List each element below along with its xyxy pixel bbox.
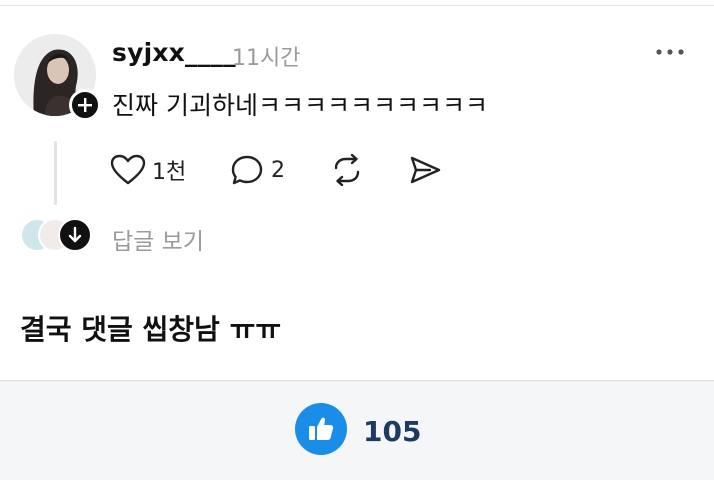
like-post-button[interactable]	[295, 403, 347, 455]
footer-bar: 105	[0, 380, 714, 480]
more-icon	[656, 49, 684, 55]
more-options-button[interactable]	[654, 44, 686, 60]
thumbs-up-icon	[309, 417, 334, 440]
follow-button[interactable]	[69, 89, 101, 121]
like-count: 1천	[152, 160, 187, 185]
reply-count: 2	[271, 157, 285, 183]
post-like-count: 105	[363, 415, 422, 448]
replier-avatars[interactable]	[20, 218, 92, 254]
caption-text: 결국 댓글 씹창남 ㅠㅠ	[20, 313, 282, 346]
comment-icon	[231, 155, 263, 185]
share-button[interactable]	[408, 152, 442, 188]
timestamp: 11시간	[232, 46, 301, 71]
username[interactable]: syjxx____	[112, 38, 236, 67]
plus-icon	[78, 98, 92, 112]
view-replies-link[interactable]: 답글 보기	[112, 222, 204, 256]
repost-icon	[334, 154, 360, 186]
send-icon	[410, 156, 441, 184]
like-button[interactable]: 1천	[110, 152, 186, 188]
repost-button[interactable]	[330, 152, 364, 188]
comment-post: syjxx____ 11시간 진짜 기괴하네ㅋㅋㅋㅋㅋㅋㅋㅋㅋㅋ 1천 2 답글…	[0, 0, 714, 380]
thread-line	[54, 141, 57, 205]
arrow-down-icon	[68, 226, 82, 243]
heart-icon	[110, 154, 146, 185]
comment-text: 진짜 기괴하네ㅋㅋㅋㅋㅋㅋㅋㅋㅋㅋ	[112, 91, 488, 120]
expand-replies-button[interactable]	[58, 218, 92, 252]
reply-button[interactable]: 2	[231, 152, 285, 188]
